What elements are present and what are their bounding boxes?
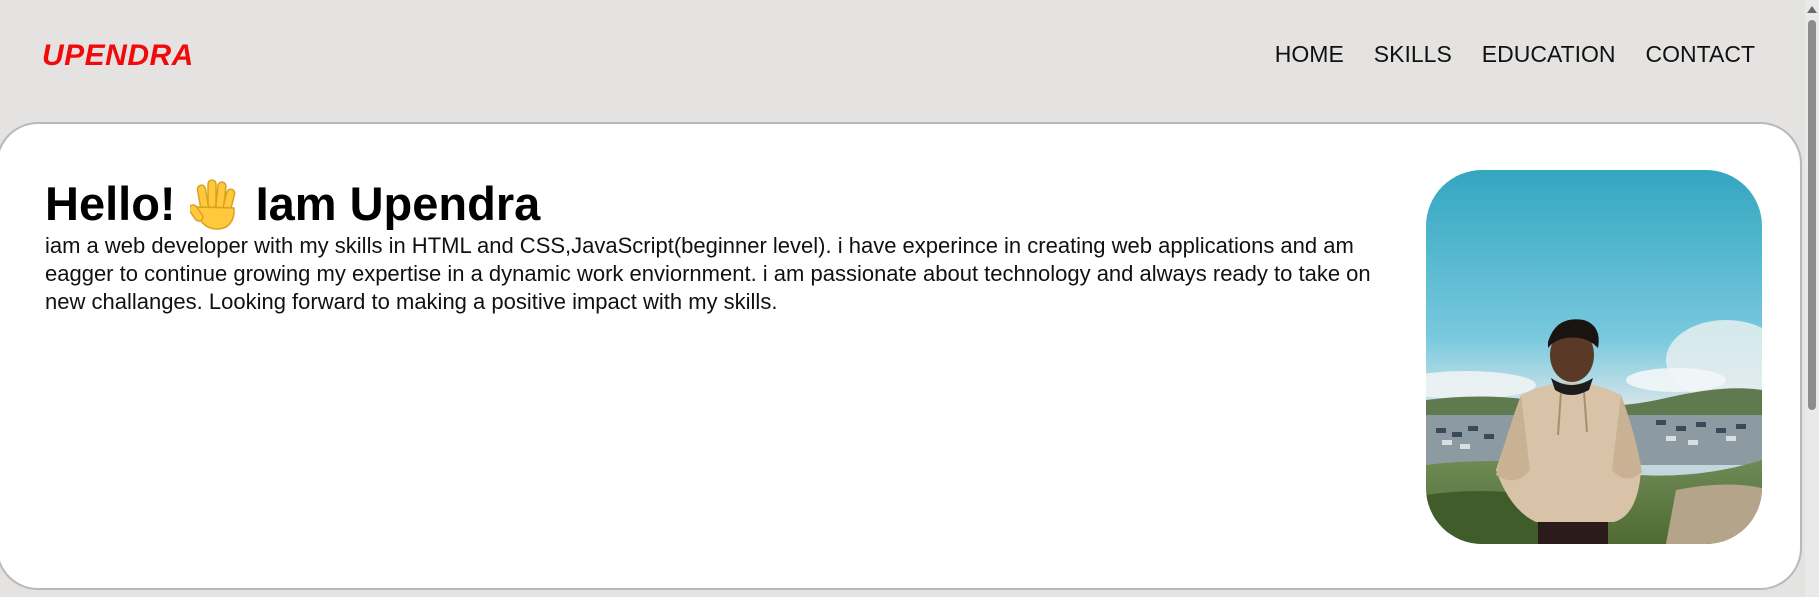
hero-text: Hello! Iam Upendra iam a web developer w… [45,176,1415,316]
page-scrollbar[interactable] [1805,0,1819,597]
nav-link-home[interactable]: HOME [1275,41,1344,68]
hero-card: Hello! Iam Upendra iam a web developer w… [0,122,1802,590]
navbar: UPENDRA HOME SKILLS EDUCATION CONTACT [0,0,1805,120]
nav-link-contact[interactable]: CONTACT [1646,41,1755,68]
profile-photo [1426,170,1762,544]
hero-title: Hello! Iam Upendra [45,176,1415,232]
site-logo[interactable]: UPENDRA [42,39,194,73]
nav-link-education[interactable]: EDUCATION [1482,41,1616,68]
nav-link-skills[interactable]: SKILLS [1374,41,1452,68]
hero-description: iam a web developer with my skills in HT… [45,233,1371,315]
hero-name: Iam Upendra [255,177,541,230]
scroll-thumb[interactable] [1808,20,1816,410]
nav-menu: HOME SKILLS EDUCATION CONTACT [1275,41,1755,68]
hero-greeting: Hello! [45,177,176,230]
portfolio-page: UPENDRA HOME SKILLS EDUCATION CONTACT He… [0,0,1819,597]
scroll-up-arrow-icon[interactable] [1807,6,1817,13]
raised-hand-icon [187,177,242,231]
